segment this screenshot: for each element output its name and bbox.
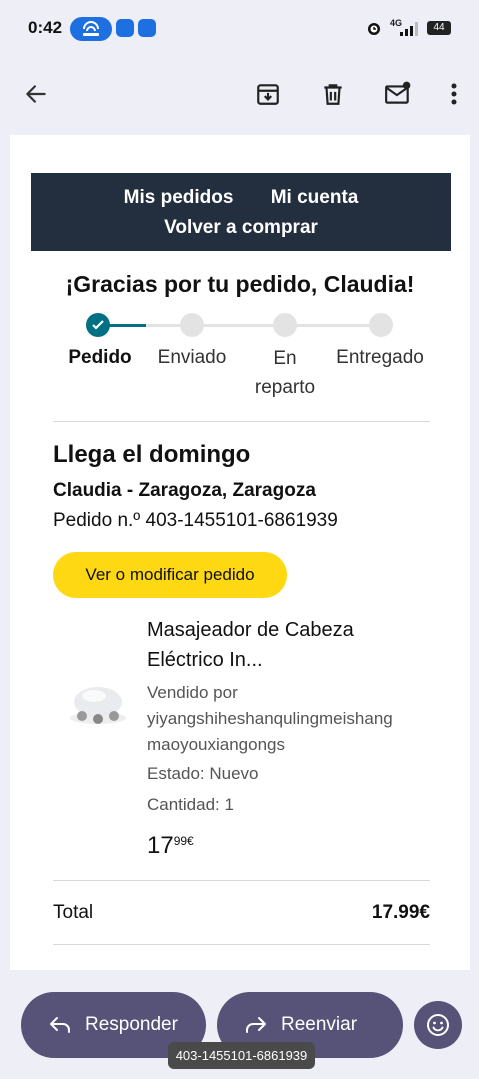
app-notification-icon [138, 19, 156, 37]
arrival-heading: Llega el domingo [53, 441, 251, 468]
email-body: Mis pedidos Mi cuenta Volver a comprar ¡… [10, 135, 470, 970]
link-my-account[interactable]: Mi cuenta [271, 187, 359, 208]
product-price: 1799€ [147, 832, 194, 859]
product-name[interactable]: Masajeador de Cabeza Eléctrico In... [147, 615, 437, 675]
status-bar: 0:42 4G 44 [0, 0, 479, 58]
more-vert-icon[interactable] [434, 74, 474, 114]
link-buy-again[interactable]: Volver a comprar [164, 217, 318, 238]
divider [53, 880, 430, 881]
tracker-line [110, 324, 380, 327]
order-number: Pedido n.º 403-1455101-6861939 [53, 510, 338, 531]
hotspot-icon [70, 17, 112, 41]
step-ordered: Pedido [68, 347, 132, 368]
total-value: 17.99€ [371, 902, 430, 923]
copied-toast: 403-1455101-6861939 [168, 1042, 315, 1069]
total-label: Total [53, 902, 94, 923]
link-my-orders[interactable]: Mis pedidos [124, 187, 234, 208]
archive-icon[interactable] [248, 74, 288, 114]
email-nav-bar: Mis pedidos Mi cuenta Volver a comprar [31, 173, 451, 251]
product-condition: Estado: Nuevo [147, 764, 259, 783]
product-image[interactable] [64, 680, 132, 728]
modify-order-button[interactable]: Ver o modificar pedido [53, 552, 287, 598]
reply-icon [50, 1017, 70, 1033]
forward-icon [246, 1017, 266, 1033]
product-seller: Vendido por yiyangshiheshanqulingmeishan… [147, 683, 393, 754]
status-time: 0:42 [28, 18, 63, 37]
arrow-left-icon[interactable] [16, 74, 56, 114]
divider [53, 421, 430, 422]
divider [53, 944, 430, 945]
check-icon [86, 313, 110, 337]
thanks-heading: ¡Gracias por tu pedido, Claudia! [65, 271, 415, 297]
shipping-address: Claudia - Zaragoza, Zaragoza [53, 480, 316, 501]
top-app-bar [0, 58, 479, 130]
mail-dot-icon[interactable] [378, 74, 418, 114]
app-notification-icon [116, 19, 134, 37]
smiley-icon[interactable] [414, 1001, 462, 1049]
step-delivered: Entregado [336, 347, 424, 368]
alarm-icon [366, 19, 382, 42]
tracker-dot-delivered [369, 313, 393, 337]
signal-icon [400, 22, 418, 41]
tracker-dot-shipped [180, 313, 204, 337]
trash-icon[interactable] [313, 74, 353, 114]
tracker-dot-out-for-delivery [273, 313, 297, 337]
product-quantity: Cantidad: 1 [147, 795, 234, 814]
battery-indicator: 44 [427, 21, 451, 35]
step-out-for-delivery: En reparto [254, 348, 316, 398]
step-shipped: Enviado [157, 347, 227, 368]
